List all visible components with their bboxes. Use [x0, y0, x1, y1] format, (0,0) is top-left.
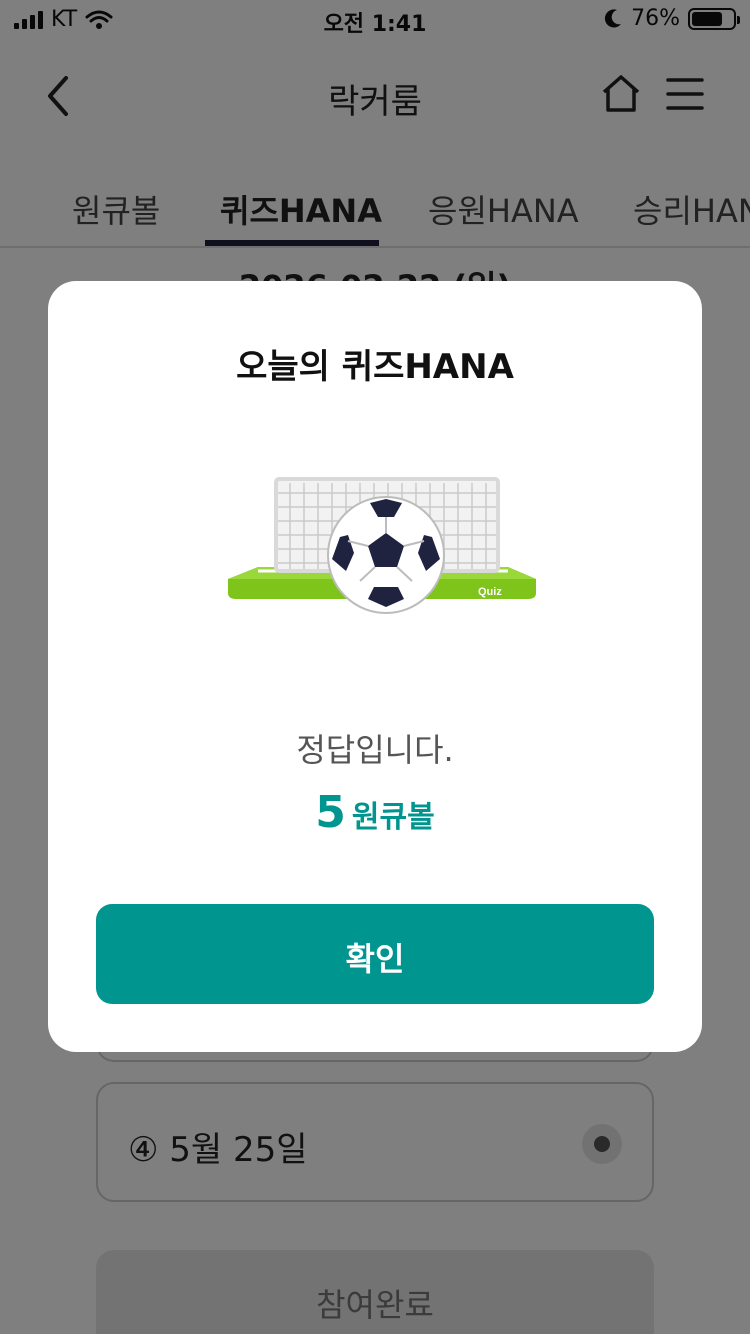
- reward-number: 5: [315, 787, 346, 838]
- confirm-button[interactable]: 확인: [96, 904, 654, 1004]
- result-message: 정답입니다.: [296, 731, 454, 769]
- reward-unit: 원큐볼: [351, 800, 435, 835]
- confirm-button-label: 확인: [345, 940, 405, 978]
- soccer-goal-illustration: Quiz: [228, 477, 536, 614]
- reward-amount: 5 원큐볼: [48, 787, 702, 838]
- modal-title: 오늘의 퀴즈HANA: [236, 347, 514, 387]
- quiz-art-label: Quiz: [478, 586, 502, 598]
- quiz-result-modal: 오늘의 퀴즈HANA Quiz 정답입니다. 5 원큐볼 확인: [48, 281, 702, 1052]
